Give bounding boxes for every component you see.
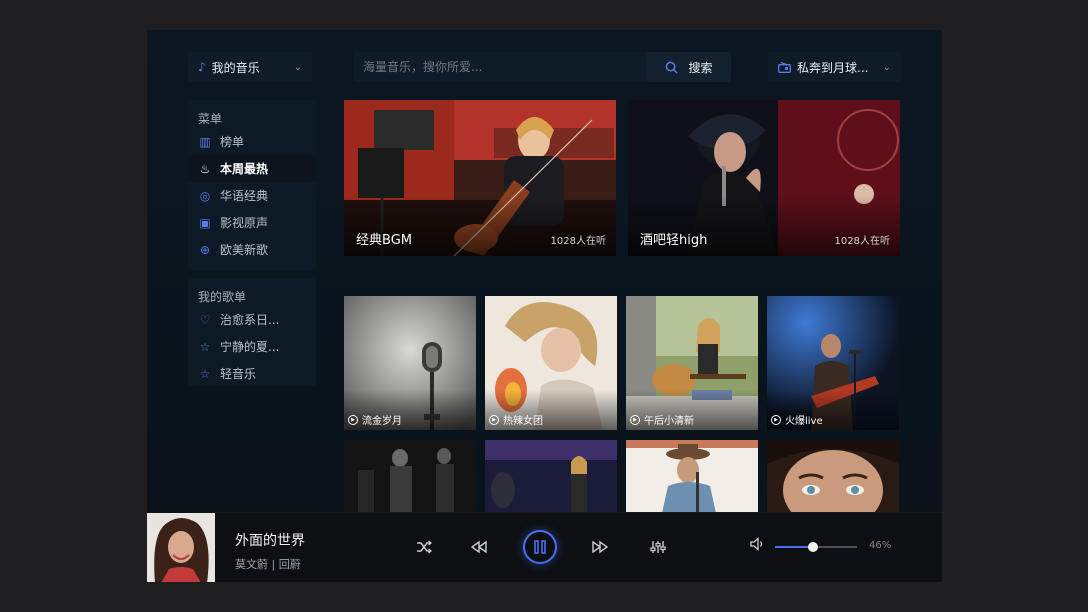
next-icon [592,540,609,554]
tile-caption: ▶ 热辣女团 [489,412,543,427]
banner-listener-count: 1028人在听 [834,236,890,247]
chart-bars-icon: ▥ [199,134,211,149]
search-box [353,52,647,82]
pause-icon [534,540,546,554]
volume-handle[interactable] [807,542,818,552]
sidebar-item-western-new[interactable]: ⊕ 欧美新歌 [188,236,316,263]
banner-title: 酒吧轻high [640,233,708,248]
stage-singer-photo [485,440,617,513]
tile-title: 午后小清新 [644,416,694,427]
tile-caption: ▶ 流金岁月 [348,412,402,427]
sidebar-item-label: 榜单 [220,135,245,149]
sidebar-item-chinese-classics[interactable]: ◎ 华语经典 [188,182,316,209]
banner-bar-high[interactable]: 酒吧轻high 1028人在听 [628,100,900,256]
sidebar-item-soundtracks[interactable]: ▣ 影视原声 [188,209,316,236]
music-select[interactable]: ♪ 我的音乐 ⌄ [188,52,312,82]
fire-icon: ♨ [199,161,211,176]
search-button-label: 搜索 [688,60,713,75]
sidebar-item-label: 欧美新歌 [220,243,269,257]
playlists-title: 我的歌单 [198,290,247,304]
banner-listener-count: 1028人在听 [550,236,606,247]
playlist-item-label: 轻音乐 [220,367,257,381]
play-icon: ▶ [630,414,640,425]
shuffle-button[interactable] [412,535,436,559]
tile-afternoon-fresh[interactable]: ▶ 午后小清新 [626,296,758,430]
sidebar-item-label: 华语经典 [220,189,269,203]
play-icon: ▶ [489,414,499,425]
chevron-down-icon: ⌄ [293,61,302,73]
star-icon: ☆ [199,339,211,354]
volume-slider[interactable] [775,542,857,552]
radio-select-label: 私奔到月球... [797,60,869,75]
tile-hot-girl-group[interactable]: ▶ 热辣女团 [485,296,617,430]
tile-face-closeup[interactable] [767,440,899,513]
search-button[interactable]: 搜索 [647,52,731,82]
hat-singer-photo [626,440,758,513]
radio-icon [778,61,791,73]
shuffle-icon [417,540,432,554]
previous-icon [470,540,487,554]
tile-title: 流金岁月 [362,416,402,427]
sidebar-menu: 菜单 ▥ 榜单 ♨ 本周最热 ◎ 华语经典 ▣ 影视原声 ⊕ 欧美新歌 [188,100,316,270]
volume-percent: 46% [869,540,892,551]
sidebar-item-label: 本周最热 [220,162,269,176]
player-bar: 外面的世界 莫文蔚 | 回蔚 46% [147,512,942,582]
menu-title: 菜单 [198,112,223,126]
sidebar-item-charts[interactable]: ▥ 榜单 [188,128,316,155]
heart-icon: ♡ [199,312,211,327]
radio-select[interactable]: 私奔到月球... ⌄ [768,52,901,82]
search-icon [666,61,679,74]
tv-icon: ▣ [199,215,211,230]
music-app-window: ♪ 我的音乐 ⌄ 搜索 私奔到月球... ⌄ 菜单 ▥ 榜单 ♨ 本周最热 [147,30,942,582]
sidebar-playlists: 我的歌单 ♡ 治愈系日... ☆ 宁静的夏... ☆ 轻音乐 [188,278,316,386]
sidebar-item-weekly-hot[interactable]: ♨ 本周最热 [188,155,316,182]
search-input[interactable] [363,60,637,74]
song-title: 外面的世界 [235,533,305,549]
music-select-label: 我的音乐 [211,60,260,75]
equalizer-icon [650,541,666,553]
playlist-item-label: 治愈系日... [220,313,280,327]
face-closeup-photo [767,440,899,513]
chevron-down-icon: ⌄ [882,61,891,73]
tile-golden-years[interactable]: ▶ 流金岁月 [344,296,476,430]
tile-band-stage[interactable] [344,440,476,513]
play-icon: ▶ [348,414,358,425]
star-icon: ☆ [199,366,211,381]
album-cover[interactable] [147,513,215,582]
tile-hot-live[interactable]: ▶ 火爆live [767,296,899,430]
pause-button[interactable] [523,530,557,564]
volume-icon[interactable] [750,537,766,555]
tile-stage-singer[interactable] [485,440,617,513]
next-button[interactable] [588,535,612,559]
playlist-item-summer[interactable]: ☆ 宁静的夏... [188,333,316,360]
song-artist: 莫文蔚 | 回蔚 [235,558,301,571]
band-stage-photo [344,440,476,513]
tile-hat-singer[interactable] [626,440,758,513]
globe-icon: ⊕ [199,242,211,257]
banner-title: 经典BGM [356,233,412,248]
tile-caption: ▶ 火爆live [771,412,823,427]
playlist-item-label: 宁静的夏... [220,340,280,354]
album-cover-photo [147,513,215,582]
disc-icon: ◎ [199,188,211,203]
previous-button[interactable] [467,535,491,559]
music-note-icon: ♪ [198,60,206,74]
playlist-item-healing[interactable]: ♡ 治愈系日... [188,306,316,333]
banner-classic-bgm[interactable]: 经典BGM 1028人在听 [344,100,616,256]
play-icon: ▶ [771,414,781,425]
tile-caption: ▶ 午后小清新 [630,412,694,427]
playlist-item-light-music[interactable]: ☆ 轻音乐 [188,360,316,387]
equalizer-button[interactable] [646,535,670,559]
tile-title: 火爆live [785,416,823,427]
sidebar-item-label: 影视原声 [220,216,269,230]
tile-title: 热辣女团 [503,416,543,427]
